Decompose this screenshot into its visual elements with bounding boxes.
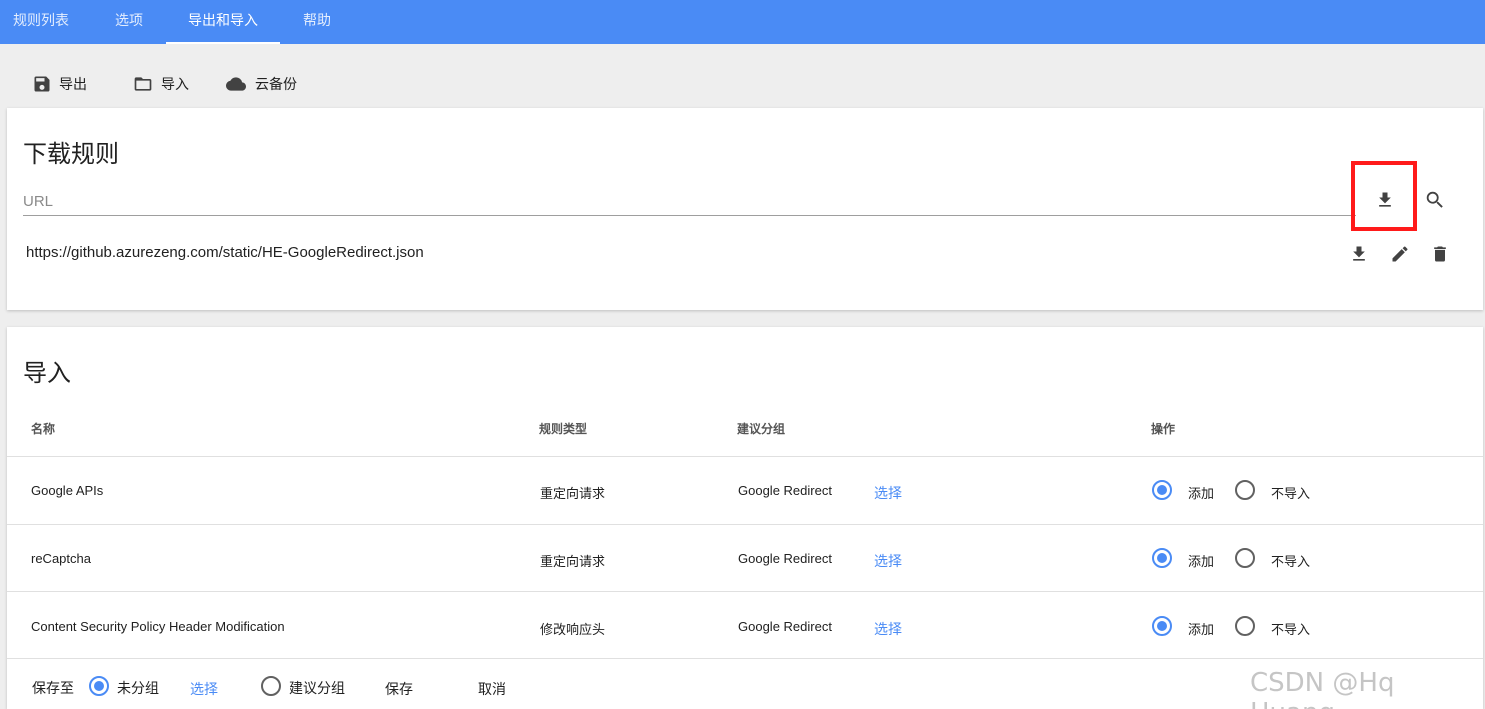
watermark: CSDN @Hq Huang (1250, 668, 1395, 709)
export-button[interactable]: 导出 (32, 72, 87, 96)
tab-export-import[interactable]: 导出和导入 (166, 0, 280, 44)
download-url-button[interactable] (1371, 186, 1399, 214)
url-input[interactable] (23, 188, 1353, 214)
import-card: 导入 (7, 327, 1483, 709)
cloud-backup-button[interactable]: 云备份 (224, 72, 297, 96)
folder-icon (134, 77, 152, 91)
choose-group-link[interactable]: 选择 (190, 679, 218, 699)
download-icon (1353, 246, 1365, 261)
tab-rule-list[interactable]: 规则列表 (0, 0, 82, 44)
column-header-name: 名称 (31, 422, 56, 436)
add-radio[interactable] (1152, 480, 1172, 500)
saved-url-edit-button[interactable] (1386, 240, 1414, 268)
url-input-underline (23, 215, 1356, 216)
cloud-icon (226, 77, 246, 91)
row-name: reCaptcha (31, 551, 91, 566)
save-to-label: 保存至 (32, 680, 74, 696)
row-type: 重定向请求 (540, 554, 606, 569)
skip-radio-label: 不导入 (1271, 622, 1311, 637)
top-tab-bar: 规则列表 选项 导出和导入 帮助 (0, 0, 1485, 44)
skip-radio-label: 不导入 (1271, 554, 1311, 569)
row-group: Google Redirect (738, 551, 832, 566)
skip-radio[interactable] (1235, 548, 1255, 568)
row-group: Google Redirect (738, 483, 832, 498)
row-group: Google Redirect (738, 619, 832, 634)
download-rules-card: 下载规则 https://github.azurezeng.com/static… (7, 108, 1483, 310)
add-radio[interactable] (1152, 548, 1172, 568)
saved-url-download-button[interactable] (1345, 240, 1373, 268)
search-button[interactable] (1421, 186, 1449, 214)
row-name: Google APIs (31, 483, 104, 498)
tab-options[interactable]: 选项 (96, 0, 162, 44)
download-icon (1379, 192, 1391, 207)
add-radio-label: 添加 (1188, 554, 1215, 569)
row-choose-group-link[interactable]: 选择 (874, 619, 902, 639)
saved-url-text: https://github.azurezeng.com/static/HE-G… (26, 244, 424, 261)
skip-radio[interactable] (1235, 616, 1255, 636)
import-button[interactable]: 导入 (132, 72, 189, 96)
save-icon (34, 76, 50, 92)
row-divider (7, 658, 1483, 659)
add-radio-label: 添加 (1188, 622, 1215, 637)
row-type: 修改响应头 (540, 622, 606, 637)
add-radio[interactable] (1152, 616, 1172, 636)
row-choose-group-link[interactable]: 选择 (874, 551, 902, 571)
column-header-action: 操作 (1151, 422, 1176, 436)
row-divider (7, 456, 1483, 457)
import-label: 导入 (161, 76, 189, 92)
row-name: Content Security Policy Header Modificat… (31, 619, 285, 634)
export-label: 导出 (59, 76, 87, 92)
row-divider (7, 524, 1483, 525)
skip-radio[interactable] (1235, 480, 1255, 500)
ungrouped-label: 未分组 (117, 680, 159, 696)
cloud-backup-label: 云备份 (255, 76, 297, 92)
add-radio-label: 添加 (1188, 486, 1215, 501)
saved-url-delete-button[interactable] (1426, 240, 1454, 268)
column-header-group: 建议分组 (737, 422, 786, 436)
tab-help[interactable]: 帮助 (288, 0, 346, 44)
cancel-button[interactable]: 取消 (478, 679, 506, 699)
row-divider (7, 591, 1483, 592)
pencil-icon (1392, 246, 1408, 262)
row-type: 重定向请求 (540, 486, 606, 501)
trash-icon (1434, 246, 1446, 262)
import-title: 导入 (23, 360, 71, 387)
save-button[interactable]: 保存 (385, 679, 413, 699)
suggested-group-radio[interactable] (261, 676, 281, 696)
row-choose-group-link[interactable]: 选择 (874, 483, 902, 503)
column-header-type: 规则类型 (539, 422, 588, 436)
download-rules-title: 下载规则 (23, 141, 119, 168)
search-icon (1426, 191, 1443, 208)
suggested-group-label: 建议分组 (289, 680, 345, 696)
ungrouped-radio[interactable] (89, 676, 109, 696)
skip-radio-label: 不导入 (1271, 486, 1311, 501)
